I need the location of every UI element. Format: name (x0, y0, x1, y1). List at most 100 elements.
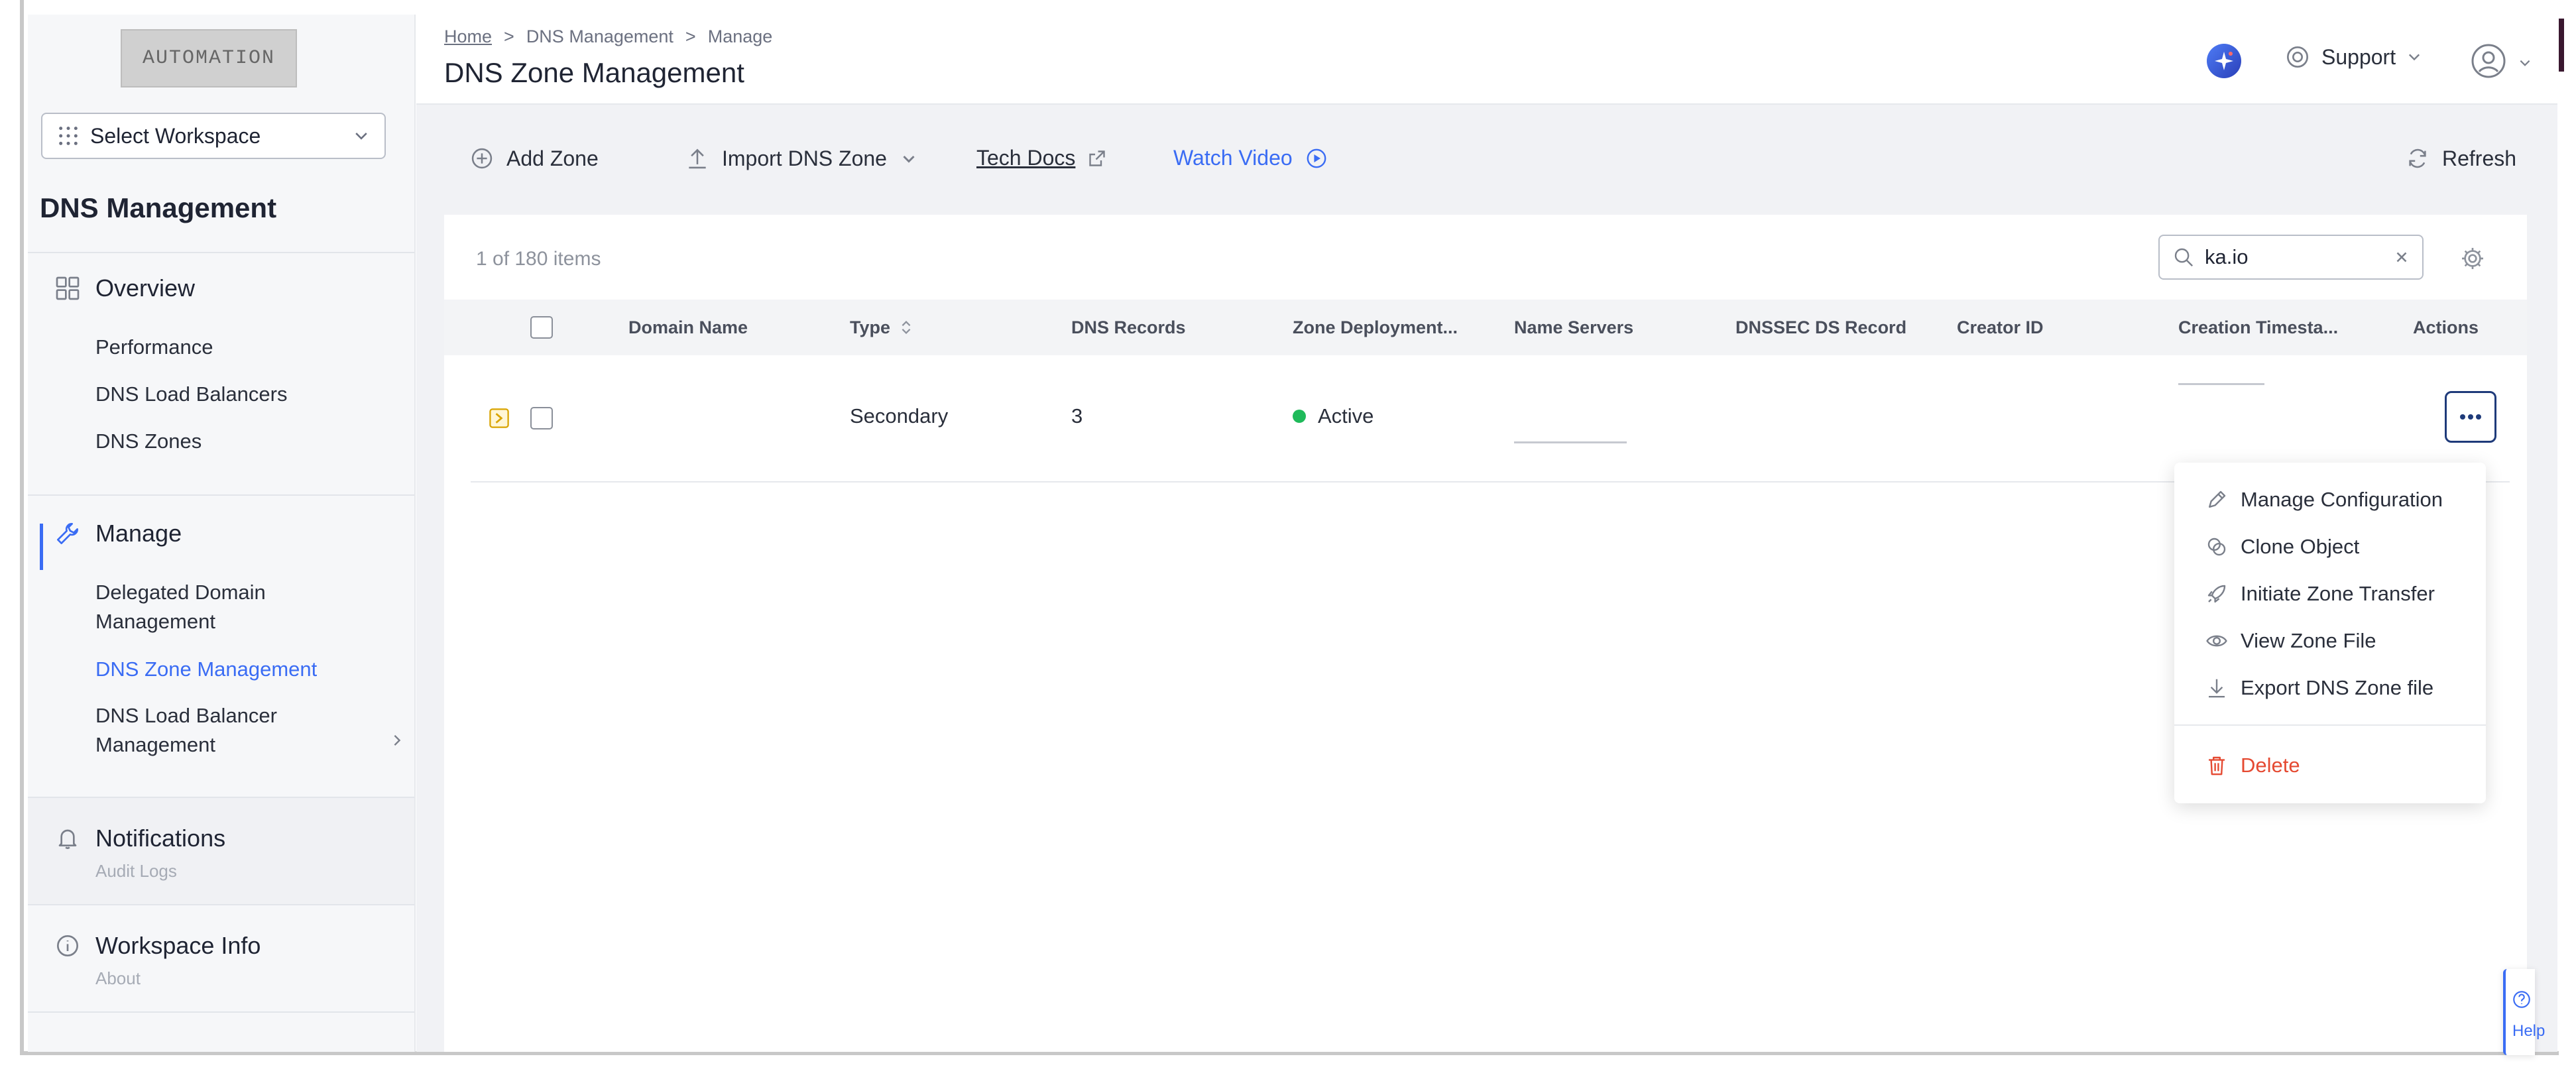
menu-item-manage-configuration[interactable]: Manage Configuration (2174, 476, 2486, 523)
play-circle-icon (1307, 148, 1326, 168)
status-active-dot (1293, 410, 1306, 423)
column-zone-deployment[interactable]: Zone Deployment... (1293, 300, 1458, 355)
page-title: DNS Zone Management (444, 57, 744, 88)
sidebar-item-overview[interactable]: Overview (54, 274, 195, 302)
column-type[interactable]: Type (850, 300, 913, 355)
sidebar-item-label: Management (95, 733, 215, 756)
refresh-button[interactable]: Refresh (2405, 146, 2516, 171)
breadcrumb-separator: > (504, 27, 514, 46)
brand-logo: AUTOMATION (121, 29, 297, 87)
import-dns-zone-button[interactable]: Import DNS Zone (685, 146, 931, 171)
sidebar-item-label: DNS Load Balancer (95, 704, 277, 727)
chevron-down-icon (903, 155, 915, 163)
chevron-down-icon[interactable] (2518, 56, 2532, 70)
column-dnssec-ds-record[interactable]: DNSSEC DS Record (1735, 300, 1906, 355)
workspace-select[interactable]: Select Workspace (41, 113, 386, 159)
cell-type: Secondary (850, 404, 949, 427)
column-name-servers[interactable]: Name Servers (1514, 300, 1633, 355)
search-value: ka.io (2205, 245, 2249, 268)
breadcrumb-home[interactable]: Home (444, 27, 492, 47)
pencil-icon (2209, 490, 2226, 508)
clear-search-icon[interactable] (2393, 249, 2410, 266)
download-icon (2209, 679, 2225, 697)
column-type-label: Type (850, 317, 891, 337)
breadcrumb-dns-management: DNS Management (526, 27, 673, 46)
sidebar-item-dns-zone-management[interactable]: DNS Zone Management (95, 655, 317, 684)
cell-dns-records: 3 (1071, 404, 1083, 427)
toolbar: Add Zone Import DNS Zone Tech Docs Watch… (416, 106, 2557, 215)
trash-icon (2209, 756, 2225, 775)
sidebar-item-notifications[interactable]: Notifications (54, 825, 225, 852)
menu-item-label: Export DNS Zone file (2241, 675, 2434, 699)
tech-docs-link[interactable]: Tech Docs (976, 146, 1119, 170)
refresh-icon (2409, 148, 2426, 168)
sidebar-item-performance[interactable]: Performance (95, 333, 213, 362)
menu-item-label: View Zone File (2241, 628, 2376, 652)
redacted-timestamp (2178, 383, 2264, 385)
sidebar-item-dns-load-balancer-management[interactable]: DNS Load Balancer Management (95, 701, 277, 760)
menu-item-view-zone-file[interactable]: View Zone File (2174, 617, 2486, 664)
help-tab-label: Help (2512, 1022, 2546, 1040)
gear-icon[interactable] (2459, 245, 2486, 272)
sidebar-item-dns-zones[interactable]: DNS Zones (95, 427, 202, 456)
divider (28, 252, 414, 253)
row-actions-button[interactable] (2445, 391, 2496, 443)
support-label: Support (2321, 44, 2396, 69)
sidebar-item-delegated-domain[interactable]: Delegated Domain Management (95, 578, 266, 636)
sidebar-title: DNS Management (40, 192, 277, 223)
refresh-label: Refresh (2442, 146, 2517, 170)
sidebar-item-audit-logs[interactable]: Audit Logs (95, 856, 177, 885)
window-accent (2559, 19, 2564, 72)
import-dns-zone-label: Import DNS Zone (722, 146, 887, 170)
search-input[interactable]: ka.io (2158, 235, 2424, 280)
sidebar-item-label: Management (95, 610, 215, 633)
sidebar-item-manage-label: Manage (95, 520, 182, 547)
sidebar-item-workspace-info-label: Workspace Info (95, 932, 261, 959)
sidebar-item-manage[interactable]: Manage (54, 520, 182, 547)
sort-icon[interactable] (900, 318, 913, 337)
add-zone-label: Add Zone (506, 146, 599, 170)
sidebar-item-about[interactable]: About (95, 964, 141, 993)
column-dns-records[interactable]: DNS Records (1071, 300, 1186, 355)
menu-item-delete[interactable]: Delete (2174, 742, 2486, 789)
zone-deployment-status: Active (1318, 404, 1374, 427)
chevron-right-icon[interactable] (389, 732, 405, 748)
sidebar-item-dns-load-balancers[interactable]: DNS Load Balancers (95, 380, 288, 409)
plus-circle-icon (471, 148, 493, 169)
menu-item-label: Manage Configuration (2241, 487, 2443, 511)
bell-icon (58, 829, 77, 849)
menu-item-label: Delete (2241, 753, 2300, 777)
question-icon (2513, 991, 2530, 1008)
select-all-checkbox[interactable] (530, 316, 553, 339)
column-creator-id[interactable]: Creator ID (1957, 300, 2044, 355)
watch-video-link[interactable]: Watch Video (1173, 146, 1340, 170)
menu-item-label: Clone Object (2241, 534, 2360, 558)
search-icon (2174, 248, 2194, 267)
dashboard-icon (56, 276, 80, 300)
breadcrumb-separator: > (685, 27, 696, 46)
user-avatar-icon[interactable] (2469, 41, 2508, 81)
column-actions: Actions (2413, 317, 2479, 337)
column-creation-timestamp[interactable]: Creation Timesta... (2178, 300, 2338, 355)
help-tab[interactable]: Help (2503, 969, 2545, 1055)
row-checkbox[interactable] (530, 407, 553, 429)
breadcrumb-manage: Manage (707, 27, 773, 46)
tech-docs-label: Tech Docs (976, 146, 1076, 170)
divider (28, 494, 414, 496)
menu-item-clone-object[interactable]: Clone Object (2174, 523, 2486, 570)
cell-zone-deployment: Active (1293, 404, 1374, 428)
menu-item-initiate-zone-transfer[interactable]: Initiate Zone Transfer (2174, 570, 2486, 617)
menu-item-label: Initiate Zone Transfer (2241, 581, 2435, 605)
item-count: 1 of 180 items (476, 248, 601, 270)
add-zone-button[interactable]: Add Zone (469, 146, 599, 171)
ai-assistant-icon[interactable] (2204, 41, 2244, 81)
external-link-icon (1089, 150, 1106, 166)
sidebar-item-overview-label: Overview (95, 274, 196, 302)
support-menu[interactable]: Support (2284, 44, 2433, 70)
lifebuoy-icon (2287, 46, 2308, 68)
row-actions-menu: Manage Configuration Clone Object Initia… (2174, 463, 2486, 803)
column-domain-name[interactable]: Domain Name (628, 300, 748, 355)
sidebar-item-workspace-info[interactable]: Workspace Info (54, 932, 261, 960)
table-header: Domain Name Type DNS Records Zone Deploy… (444, 300, 2527, 355)
menu-item-export-dns-zone-file[interactable]: Export DNS Zone file (2174, 664, 2486, 711)
